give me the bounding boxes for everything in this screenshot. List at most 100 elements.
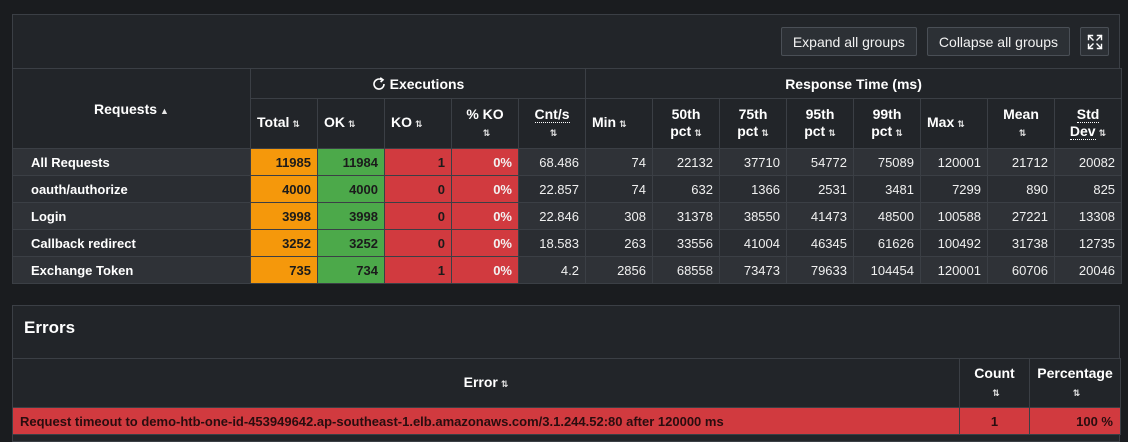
percentage-column-header[interactable]: Percentage ⇅ <box>1029 358 1121 408</box>
count-header-label: Count <box>974 365 1015 381</box>
sort-icon: ⇅ <box>1098 127 1107 138</box>
expand-all-groups-button[interactable]: Expand all groups <box>780 27 917 56</box>
request-name[interactable]: oauth/authorize <box>12 175 251 203</box>
p50-cell: 31378 <box>652 202 720 230</box>
fullscreen-button[interactable] <box>1080 27 1109 56</box>
max-cell: 120001 <box>920 148 988 176</box>
p75-header-label: 75th <box>738 105 768 122</box>
p95-cell: 79633 <box>786 256 854 284</box>
pct-ko-column-header[interactable]: % KO ⇅ <box>451 98 519 149</box>
expand-icon <box>1087 34 1102 49</box>
std-cell: 13308 <box>1053 202 1123 230</box>
p75-cell: 41004 <box>719 229 787 257</box>
std-dev-header-sublabel: Dev <box>1069 122 1096 140</box>
error-column-header[interactable]: Error ⇅ <box>12 358 960 408</box>
pct-ko-cell: 0% <box>451 175 519 203</box>
min-column-header[interactable]: Min ⇅ <box>585 98 653 149</box>
sort-icon: ⇅ <box>895 127 903 138</box>
requests-header-label: Requests <box>94 100 158 117</box>
collapse-all-groups-button[interactable]: Collapse all groups <box>926 27 1070 56</box>
p75-header-sublabel: pct <box>737 122 759 139</box>
max-column-header[interactable]: Max ⇅ <box>920 98 988 149</box>
error-row: Request timeout to demo-htb-one-id-45394… <box>12 407 1121 435</box>
p75-cell: 37710 <box>719 148 787 176</box>
sort-icon: ⇅ <box>482 127 491 138</box>
request-name[interactable]: Exchange Token <box>12 256 251 284</box>
p99-cell: 104454 <box>853 256 921 284</box>
p95-cell: 2531 <box>786 175 854 203</box>
cnt-s-cell: 22.846 <box>518 202 586 230</box>
max-cell: 120001 <box>920 256 988 284</box>
p50-header-label: 50th <box>671 105 701 122</box>
errors-title: Errors <box>24 318 76 337</box>
ok-header-label: OK <box>324 114 345 130</box>
p75-cell: 1366 <box>719 175 787 203</box>
ko-cell: 0 <box>384 175 452 203</box>
statistics-toolbar: Expand all groups Collapse all groups <box>780 27 1109 56</box>
statistics-table: Requests ▲ Executions Response Time (ms) … <box>12 68 1123 284</box>
mean-column-header[interactable]: Mean ⇅ <box>987 98 1055 149</box>
sort-icon: ⇅ <box>415 119 423 129</box>
table-row: Exchange Token 735 734 1 0% 4.2 2856 68558 73473… <box>12 256 1123 284</box>
table-row: All Requests 11985 11984 1 0% 68.486 74 22132 37… <box>12 148 1123 176</box>
ko-column-header[interactable]: KO ⇅ <box>384 98 452 149</box>
ok-cell: 4000 <box>317 175 385 203</box>
total-cell: 3252 <box>250 229 318 257</box>
sort-icon: ⇅ <box>761 127 769 138</box>
mean-cell: 31738 <box>987 229 1055 257</box>
pct-ko-cell: 0% <box>451 148 519 176</box>
cnt-s-cell: 22.857 <box>518 175 586 203</box>
total-cell: 3998 <box>250 202 318 230</box>
total-cell: 735 <box>250 256 318 284</box>
executions-header-label: Executions <box>389 75 465 92</box>
p95-cell: 41473 <box>786 202 854 230</box>
p99-cell: 48500 <box>853 202 921 230</box>
table-row: Login 3998 3998 0 0% 22.846 308 31378 38550 41473… <box>12 202 1123 230</box>
p75-column-header[interactable]: 75th pct ⇅ <box>719 98 787 149</box>
ko-cell: 0 <box>384 202 452 230</box>
min-cell: 2856 <box>585 256 653 284</box>
error-header-label: Error <box>463 374 498 390</box>
ok-cell: 11984 <box>317 148 385 176</box>
mean-cell: 21712 <box>987 148 1055 176</box>
sort-icon: ⇅ <box>500 379 509 389</box>
executions-group-header: Executions <box>250 68 586 99</box>
error-message-cell: Request timeout to demo-htb-one-id-45394… <box>12 407 960 435</box>
error-count-cell: 1 <box>959 407 1030 435</box>
mean-header-label: Mean <box>1003 105 1039 122</box>
max-cell: 7299 <box>920 175 988 203</box>
std-dev-header-label: Std <box>1076 105 1100 123</box>
mean-cell: 27221 <box>987 202 1055 230</box>
error-percentage-cell: 100 % <box>1029 407 1121 435</box>
percentage-header-label: Percentage <box>1037 365 1113 381</box>
max-header-label: Max <box>927 114 955 130</box>
p95-cell: 46345 <box>786 229 854 257</box>
table-row: Callback redirect 3252 3252 0 0% 18.583 263 335… <box>12 229 1123 257</box>
ok-column-header[interactable]: OK ⇅ <box>317 98 385 149</box>
std-dev-column-header[interactable]: Std Dev ⇅ <box>1053 98 1123 149</box>
p50-column-header[interactable]: 50th pct ⇅ <box>652 98 720 149</box>
cnt-s-cell: 18.583 <box>518 229 586 257</box>
p99-column-header[interactable]: 99th pct ⇅ <box>853 98 921 149</box>
requests-column-header[interactable]: Requests ▲ <box>12 68 251 149</box>
response-time-group-header: Response Time (ms) <box>584 68 1123 99</box>
sort-icon: ⇅ <box>619 119 627 129</box>
cnt-s-column-header[interactable]: Cnt/s ⇅ <box>518 98 586 149</box>
p75-cell: 38550 <box>719 202 787 230</box>
total-column-header[interactable]: Total ⇅ <box>250 98 318 149</box>
sort-icon: ⇅ <box>828 127 836 138</box>
request-name[interactable]: Callback redirect <box>12 229 251 257</box>
p99-cell: 75089 <box>853 148 921 176</box>
count-column-header[interactable]: Count ⇅ <box>959 358 1030 408</box>
request-name[interactable]: Login <box>12 202 251 230</box>
sort-icon: ⇅ <box>957 119 965 129</box>
ok-cell: 734 <box>317 256 385 284</box>
request-name[interactable]: All Requests <box>12 148 251 176</box>
sort-asc-icon: ▲ <box>160 105 169 116</box>
errors-panel: Errors Error ⇅ Count ⇅ Percentage ⇅ Request… <box>12 305 1121 442</box>
p50-cell: 22132 <box>652 148 720 176</box>
p95-column-header[interactable]: 95th pct ⇅ <box>786 98 854 149</box>
p99-cell: 3481 <box>853 175 921 203</box>
statistics-table-body: All Requests 11985 11984 1 0% 68.486 74 22132 37… <box>12 148 1123 284</box>
ko-header-label: KO <box>391 114 412 130</box>
